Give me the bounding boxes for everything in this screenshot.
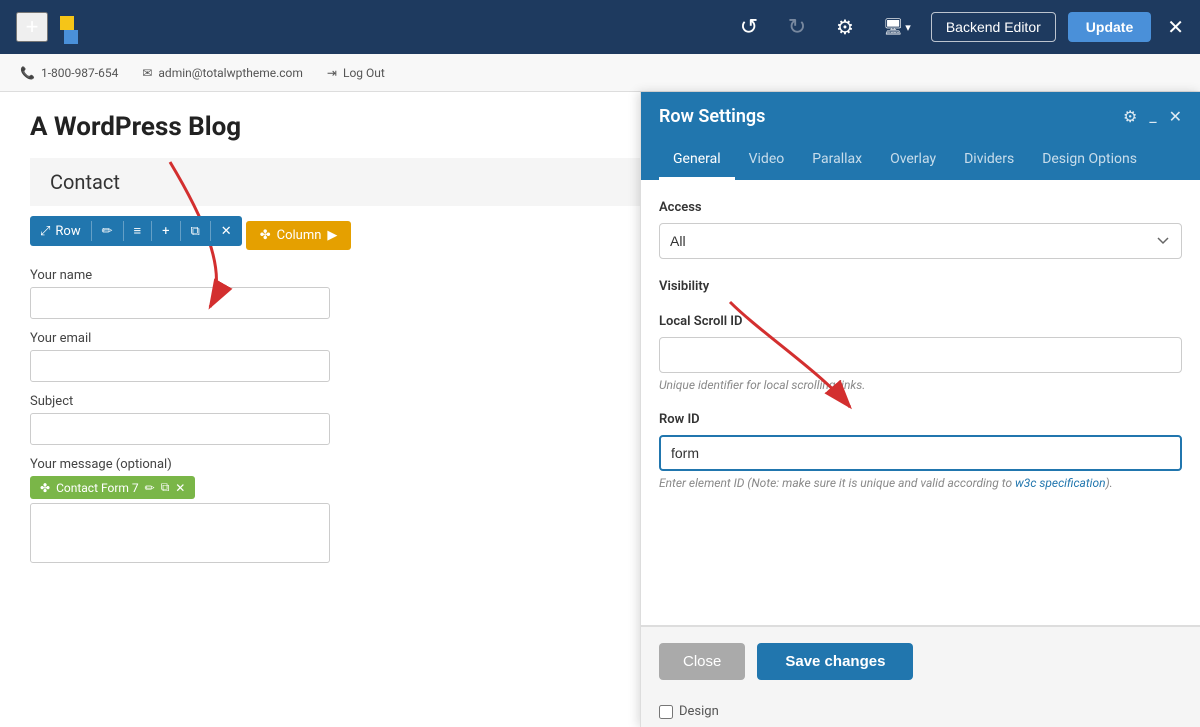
visibility-label: Visibility [659, 279, 1182, 294]
device-dropdown-arrow: ▾ [905, 21, 911, 34]
row-delete-icon[interactable]: ✕ [211, 217, 242, 246]
row-settings-panel: Row Settings ⚙ _ ✕ General Video Paralla… [640, 92, 1200, 727]
settings-icon-button[interactable]: ⚙ [827, 9, 863, 45]
design-checkbox[interactable] [659, 705, 673, 719]
local-scroll-label: Local Scroll ID [659, 314, 1182, 329]
device-selector-button[interactable]: 🖥 ▾ [875, 13, 919, 41]
tab-dividers[interactable]: Dividers [950, 141, 1028, 180]
clone-icon: ⧉ [191, 224, 200, 239]
tab-parallax[interactable]: Parallax [798, 141, 876, 180]
row-add-icon[interactable]: + [152, 217, 179, 246]
design-checkbox-item[interactable]: Design [659, 704, 719, 719]
backend-editor-button[interactable]: Backend Editor [931, 12, 1056, 42]
access-label: Access [659, 200, 1182, 215]
access-group: Access All Logged In Logged Out [659, 200, 1182, 259]
update-button[interactable]: Update [1068, 12, 1151, 42]
email-address: admin@totalwptheme.com [158, 66, 303, 80]
cf7-icon: ✤ [40, 481, 50, 495]
row-clone-icon[interactable]: ⧉ [181, 217, 210, 246]
column-label: Column [277, 228, 322, 243]
visibility-group: Visibility [659, 279, 1182, 294]
close-panel-button[interactable]: Close [659, 643, 745, 680]
row-id-hint-post: ). [1106, 476, 1113, 490]
column-icon: ✤ [260, 228, 271, 243]
tab-overlay[interactable]: Overlay [876, 141, 950, 180]
layout-icon: ≡ [134, 223, 142, 239]
main-content: A WordPress Blog Contact ⤢ Row ✏ [0, 92, 1200, 727]
panel-close-icon[interactable]: ✕ [1169, 107, 1182, 126]
add-icon: + [162, 224, 169, 239]
row-id-hint-pre: Enter element ID (Note: make sure it is … [659, 476, 1015, 490]
w3c-link[interactable]: w3c specification [1015, 476, 1106, 490]
column-arrow: ▶ [327, 228, 337, 243]
redo-button[interactable]: ↻ [779, 9, 815, 45]
email-item: ✉ admin@totalwptheme.com [142, 66, 303, 80]
panel-footer-container: Close Save changes Design [641, 625, 1200, 727]
row-layout-icon[interactable]: ≡ [124, 216, 152, 246]
panel-tabs: General Video Parallax Overlay Dividers … [641, 141, 1200, 180]
cf7-label: Contact Form 7 [56, 481, 139, 495]
local-scroll-input[interactable] [659, 337, 1182, 373]
panel-title: Row Settings [659, 106, 765, 127]
row-id-group: Row ID Enter element ID (Note: make sure… [659, 412, 1182, 490]
row-id-label: Row ID [659, 412, 1182, 427]
cf7-edit-icon: ✏ [145, 481, 155, 495]
undo-button[interactable]: ↺ [731, 9, 767, 45]
panel-header-icons: ⚙ _ ✕ [1123, 107, 1182, 126]
top-toolbar: + ↺ ↻ ⚙ 🖥 ▾ Backend Editor Update ✕ [0, 0, 1200, 54]
access-select[interactable]: All Logged In Logged Out [659, 223, 1182, 259]
delete-icon: ✕ [221, 224, 232, 239]
panel-minimize-icon[interactable]: _ [1149, 107, 1156, 126]
save-changes-button[interactable]: Save changes [757, 643, 913, 680]
tab-design-options[interactable]: Design Options [1028, 141, 1151, 180]
panel-settings-icon[interactable]: ⚙ [1123, 107, 1137, 126]
phone-number: 1-800-987-654 [41, 66, 118, 80]
monitor-icon: 🖥 [883, 17, 903, 37]
email-input[interactable] [30, 350, 330, 382]
logout-icon: ⇥ [327, 66, 337, 80]
row-edit-icon[interactable]: ✏ [92, 217, 123, 246]
pencil-icon: ✏ [102, 224, 113, 239]
cf7-badge[interactable]: ✤ Contact Form 7 ✏ ⧉ ✕ [30, 476, 195, 499]
row-move-icon[interactable]: ⤢ Row [30, 217, 91, 246]
row-id-input[interactable] [659, 435, 1182, 471]
cf7-more-icon: ✕ [175, 481, 185, 495]
name-input[interactable] [30, 287, 330, 319]
add-element-button[interactable]: + [16, 12, 48, 42]
panel-header: Row Settings ⚙ _ ✕ [641, 92, 1200, 141]
column-badge[interactable]: ✤ Column ▶ [246, 221, 352, 250]
admin-bar: 📞 1-800-987-654 ✉ admin@totalwptheme.com… [0, 54, 1200, 92]
panel-footer-bottom: Design [641, 696, 1200, 727]
logo-square-2 [64, 30, 78, 44]
panel-footer: Close Save changes [641, 626, 1200, 696]
logo [60, 16, 82, 38]
row-label: Row [55, 224, 80, 239]
local-scroll-group: Local Scroll ID Unique identifier for lo… [659, 314, 1182, 392]
cf7-clone-icon: ⧉ [161, 480, 170, 495]
logo-square-1 [60, 16, 74, 30]
local-scroll-hint: Unique identifier for local scrolling li… [659, 378, 1182, 392]
email-icon: ✉ [142, 66, 152, 80]
logout-item[interactable]: ⇥ Log Out [327, 66, 385, 80]
move-icon: ⤢ [40, 224, 50, 239]
logout-label: Log Out [343, 66, 385, 80]
message-textarea[interactable] [30, 503, 330, 563]
tab-general[interactable]: General [659, 141, 735, 180]
phone-icon: 📞 [20, 66, 35, 80]
row-id-hint: Enter element ID (Note: make sure it is … [659, 476, 1182, 490]
subject-input[interactable] [30, 413, 330, 445]
tab-video[interactable]: Video [735, 141, 799, 180]
close-editor-button[interactable]: ✕ [1167, 15, 1184, 40]
row-toolbar: ⤢ Row ✏ ≡ + ⧉ [30, 216, 242, 246]
design-label: Design [679, 704, 719, 719]
phone-item: 📞 1-800-987-654 [20, 66, 118, 80]
panel-body: Access All Logged In Logged Out Visibili… [641, 180, 1200, 625]
